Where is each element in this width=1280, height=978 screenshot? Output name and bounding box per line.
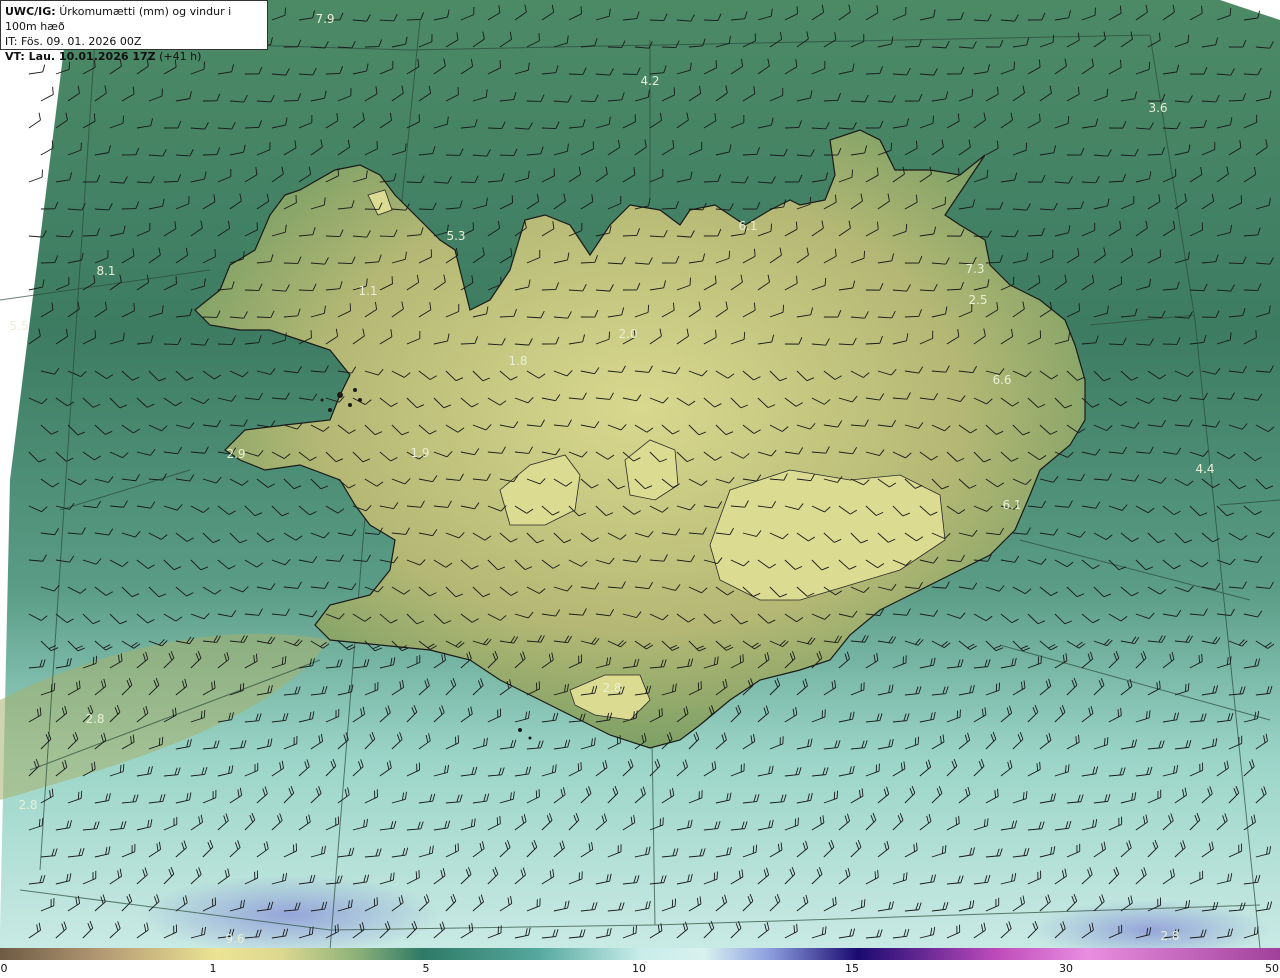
field-value-label: 7.9	[315, 12, 334, 26]
colorbar-tick-15: 15	[845, 962, 859, 975]
field-value-label: 2.8	[85, 712, 104, 726]
field-value-label: 4.2	[640, 74, 659, 88]
field-value-label: 9.6	[225, 932, 244, 946]
map-header: UWC/IG: Úrkomumætti (mm) og vindur i 100…	[0, 0, 268, 63]
field-value-label: 2.8	[1160, 929, 1179, 943]
weather-map: 7.9 4.2 3.6 5.3 6.1 7.3 2.5 8.1 5.5 1.1 2.0 1.8 6.6 2…	[0, 0, 1280, 948]
field-value-label: 6.6	[992, 373, 1011, 387]
colorbar-gradient	[0, 948, 1280, 960]
wind-barb	[28, 112, 41, 129]
wind-barb	[40, 86, 54, 102]
colorbar	[0, 948, 1280, 960]
field-value-label: 4.4	[1195, 462, 1214, 476]
field-value-label: 2.0	[618, 327, 637, 341]
field-value-label: 1.9	[410, 446, 429, 460]
field-value-label: 2.9	[226, 447, 245, 461]
colorbar-tick-1: 1	[209, 962, 217, 975]
lead-time: (+41 h)	[159, 50, 202, 63]
field-value-label: 6.1	[738, 219, 757, 233]
field-value-label: 5.5	[9, 319, 28, 333]
colorbar-tick-50: 50	[1265, 962, 1279, 975]
field-value-label: 1.1	[358, 284, 377, 298]
field-value-label: 2.8	[18, 798, 37, 812]
valid-time: VT: Lau. 10.01.2026 17Z	[5, 50, 156, 63]
colorbar-tick-5: 5	[422, 962, 430, 975]
field-value-label: 8.1	[96, 264, 115, 278]
colorbar-tick-10: 10	[632, 962, 646, 975]
header-title-line: UWC/IG: Úrkomumætti (mm) og vindur i 100…	[5, 4, 263, 34]
field-value-label: 3.6	[1148, 101, 1167, 115]
colorbar-tick-30: 30	[1059, 962, 1073, 975]
product-code: UWC/IG:	[5, 5, 56, 18]
wind-barb	[28, 169, 43, 183]
field-value-label: 6.1	[1002, 498, 1021, 512]
valid-time-line: VT: Lau. 10.01.2026 17Z (+41 h)	[5, 49, 263, 64]
field-value-label: 5.3	[446, 229, 465, 243]
field-value-label: 1.8	[508, 354, 527, 368]
issue-time: IT: Fös. 09. 01. 2026 00Z	[5, 35, 142, 48]
field-value-label: 7.3	[965, 262, 984, 276]
colorbar-tick-0: 0	[0, 962, 8, 975]
field-value-label: 2.8	[602, 681, 621, 695]
field-value-label: 2.5	[968, 293, 987, 307]
wind-barb	[28, 64, 46, 75]
